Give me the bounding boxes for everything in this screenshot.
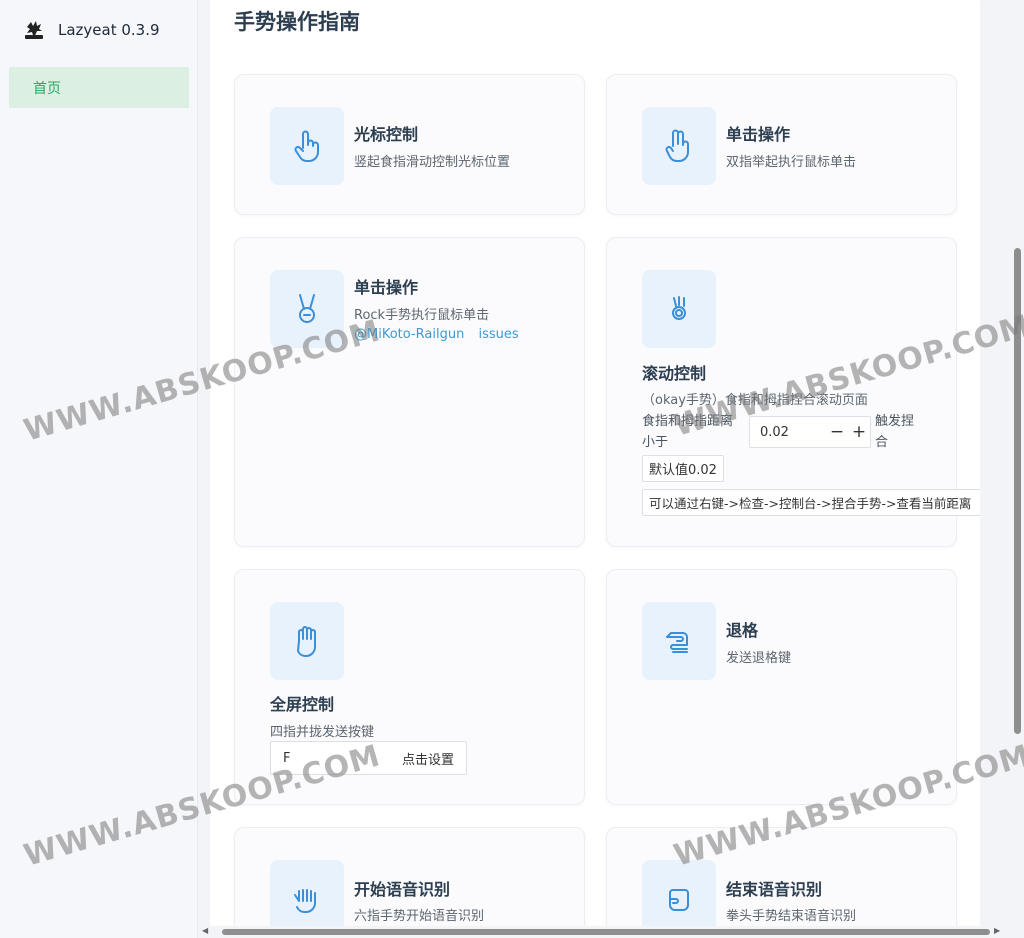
page-title: 手势操作指南 bbox=[234, 10, 360, 34]
issues-link[interactable]: issues bbox=[478, 327, 518, 342]
card-desc: 发送退格键 bbox=[726, 651, 792, 666]
card-title: 单击操作 bbox=[726, 125, 791, 144]
card-scroll-control: 滚动控制 （okay手势）食指和拇指捏合滚动页面 食指和拇指距离 小于 0.02… bbox=[606, 237, 980, 547]
fullscreen-key-input[interactable]: F 点击设置 bbox=[270, 741, 467, 775]
card-cursor-control: 光标控制 竖起食指滑动控制光标位置 bbox=[234, 74, 585, 215]
main-content: 手势操作指南 光标控制 竖起食指滑动控制光标位置 单击操作 双指举起执行鼠标单击… bbox=[210, 0, 980, 926]
two-finger-hand-icon bbox=[642, 107, 716, 185]
okay-hand-icon bbox=[642, 270, 716, 348]
backspace-hand-icon bbox=[642, 602, 716, 680]
card-title: 开始语音识别 bbox=[354, 880, 451, 899]
fist-icon bbox=[642, 860, 716, 926]
vertical-scrollbar-thumb[interactable] bbox=[1014, 248, 1021, 734]
card-fullscreen-control: 全屏控制 四指并拢发送按键 F 点击设置 bbox=[234, 569, 585, 805]
six-finger-hand-icon bbox=[270, 860, 344, 926]
card-title: 结束语音识别 bbox=[726, 880, 823, 899]
card-desc: 双指举起执行鼠标单击 bbox=[726, 155, 857, 170]
card-desc: （okay手势）食指和拇指捏合滚动页面 bbox=[642, 393, 868, 408]
card-backspace: 退格 发送退格键 bbox=[606, 569, 957, 805]
card-title: 退格 bbox=[726, 621, 759, 640]
rock-hand-icon bbox=[270, 270, 344, 348]
sidebar-item-label: 首页 bbox=[33, 80, 61, 97]
card-title: 光标控制 bbox=[354, 125, 419, 144]
open-palm-icon bbox=[270, 602, 344, 680]
decrease-button[interactable]: − bbox=[826, 422, 848, 442]
key-value[interactable]: F bbox=[271, 751, 390, 766]
app-name: Lazyeat 0.3.9 bbox=[58, 21, 160, 39]
brand: Lazyeat 0.3.9 bbox=[0, 0, 197, 60]
card-desc: 竖起食指滑动控制光标位置 bbox=[354, 155, 511, 170]
card-voice-end: 结束语音识别 拳头手势结束语音识别 bbox=[606, 827, 957, 926]
card-title: 全屏控制 bbox=[270, 695, 335, 714]
card-desc: 六指手势开始语音识别 bbox=[354, 909, 485, 924]
card-title: 单击操作 bbox=[354, 278, 419, 297]
card-rock-click: 单击操作 Rock手势执行鼠标单击 @MiKoto-Railgun issues bbox=[234, 237, 585, 547]
card-title: 滚动控制 bbox=[642, 364, 707, 383]
horizontal-scrollbar-thumb[interactable] bbox=[222, 929, 990, 935]
author-links: @MiKoto-Railgun issues bbox=[354, 327, 519, 342]
vertical-scrollbar[interactable] bbox=[1011, 0, 1024, 926]
author-link[interactable]: @MiKoto-Railgun bbox=[354, 327, 464, 342]
console-hint: 可以通过右键->检查->控制台->捏合手势->查看当前距离 bbox=[642, 489, 980, 516]
card-voice-start: 开始语音识别 六指手势开始语音识别 bbox=[234, 827, 585, 926]
card-desc: 四指并拢发送按键 bbox=[270, 725, 375, 740]
card-click: 单击操作 双指举起执行鼠标单击 bbox=[606, 74, 957, 215]
scroll-right-arrow-icon[interactable]: ▶ bbox=[994, 926, 1000, 935]
trigger-label: 触发捏 合 bbox=[875, 414, 915, 450]
sidebar-item-home[interactable]: 首页 bbox=[9, 67, 189, 108]
app-logo-icon bbox=[25, 21, 43, 39]
default-value-hint: 默认值0.02 bbox=[642, 455, 724, 482]
horizontal-scrollbar[interactable]: ◀ ▶ bbox=[198, 926, 1011, 938]
threshold-stepper[interactable]: 0.02 − + bbox=[749, 416, 871, 448]
increase-button[interactable]: + bbox=[848, 422, 870, 442]
pointing-hand-icon bbox=[270, 107, 344, 185]
threshold-value[interactable]: 0.02 bbox=[750, 425, 826, 440]
card-desc: Rock手势执行鼠标单击 bbox=[354, 308, 490, 323]
distance-label: 食指和拇指距离 小于 bbox=[642, 414, 734, 450]
card-desc: 拳头手势结束语音识别 bbox=[726, 909, 857, 924]
sidebar: Lazyeat 0.3.9 首页 bbox=[0, 0, 198, 938]
set-key-button[interactable]: 点击设置 bbox=[390, 749, 466, 768]
scroll-left-arrow-icon[interactable]: ◀ bbox=[202, 926, 208, 935]
